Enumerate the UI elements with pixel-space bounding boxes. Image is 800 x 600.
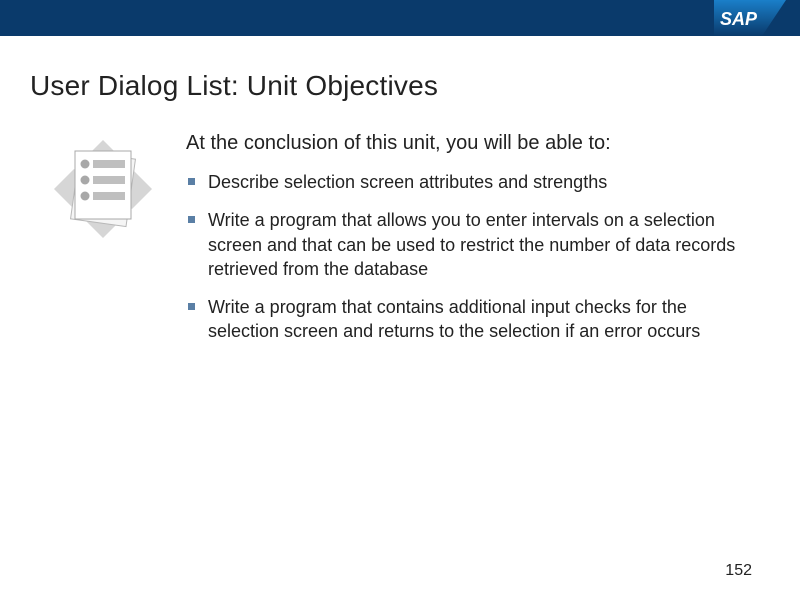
header-bar: SAP: [0, 0, 800, 36]
objectives-text: At the conclusion of this unit, you will…: [178, 130, 760, 358]
content-area: User Dialog List: Unit Objectives: [0, 36, 800, 358]
sap-logo: SAP: [714, 0, 786, 36]
list-item: Write a program that allows you to enter…: [186, 208, 752, 281]
intro-line: At the conclusion of this unit, you will…: [186, 130, 752, 156]
list-item: Describe selection screen attributes and…: [186, 170, 752, 194]
page-number: 152: [725, 562, 752, 580]
bullet-list: Describe selection screen attributes and…: [186, 170, 752, 344]
objectives-list-icon: [48, 134, 158, 244]
sap-logo-icon: SAP: [714, 0, 786, 36]
sap-logo-text: SAP: [720, 9, 758, 29]
list-item: Write a program that contains additional…: [186, 295, 752, 344]
body-row: At the conclusion of this unit, you will…: [28, 130, 760, 358]
slide-title: User Dialog List: Unit Objectives: [30, 70, 760, 102]
objectives-icon-cell: [28, 130, 178, 244]
